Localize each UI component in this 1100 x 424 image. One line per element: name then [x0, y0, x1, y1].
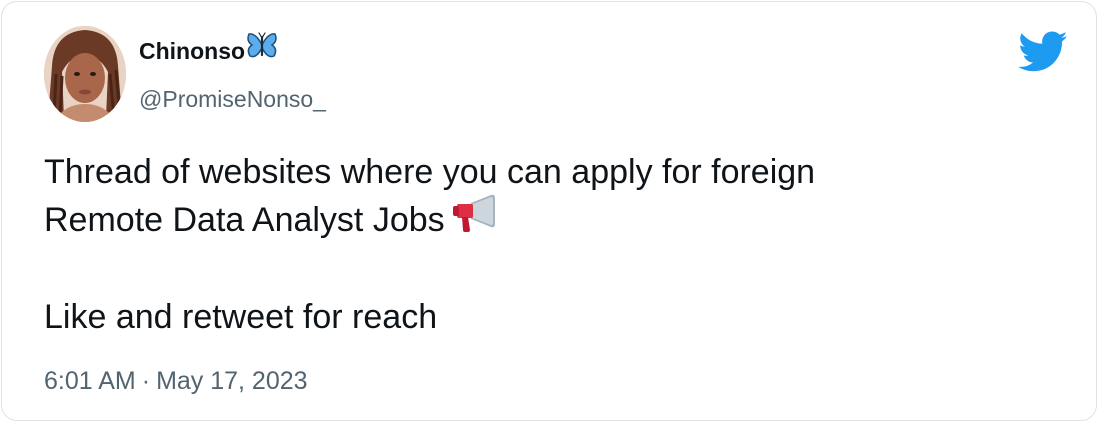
timestamp-separator: · [141, 367, 151, 395]
author-avatar[interactable] [44, 26, 126, 122]
author-name[interactable]: Chinonso [139, 31, 278, 70]
megaphone-icon [452, 194, 497, 245]
author-name-text: Chinonso [139, 38, 246, 64]
tweet-time: 6:01 AM [44, 367, 136, 395]
tweet-timestamp[interactable]: 6:01 AM · May 17, 2023 [44, 364, 308, 398]
tweet-text: Thread of websites where you can apply f… [44, 148, 1044, 341]
twitter-bird-icon[interactable] [1018, 31, 1068, 73]
author-handle[interactable]: @PromiseNonso_ [139, 82, 326, 116]
tweet-card[interactable]: Chinonso @PromiseNonso_ Thread of websit… [1, 1, 1097, 421]
tweet-line-3: Like and retweet for reach [44, 297, 438, 336]
tweet-line-2: Remote Data Analyst Jobs [44, 194, 1044, 245]
tweet-line-1: Thread of websites where you can apply f… [44, 153, 816, 191]
tweet-line-2-text: Remote Data Analyst Jobs [44, 201, 445, 239]
tweet-date: May 17, 2023 [156, 367, 308, 395]
butterfly-icon [246, 31, 278, 70]
